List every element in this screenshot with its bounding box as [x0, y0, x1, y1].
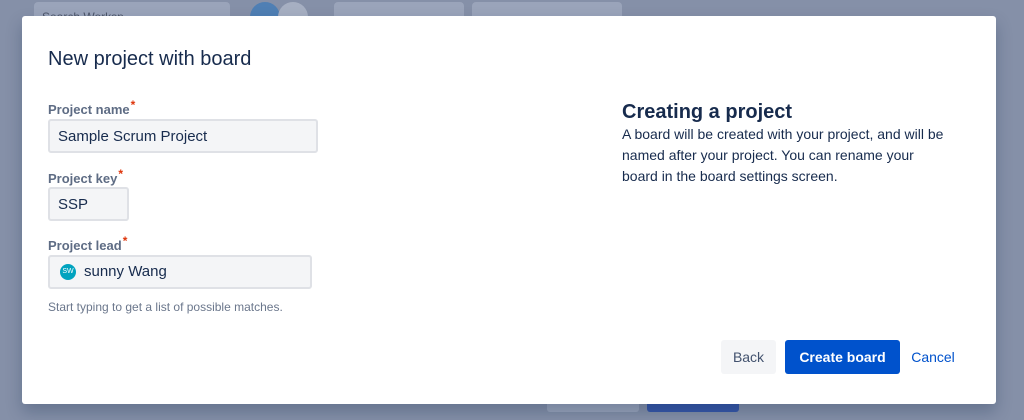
- create-board-button[interactable]: Create board: [785, 340, 900, 374]
- project-key-label-text: Project key: [48, 171, 118, 186]
- project-key-input[interactable]: [48, 187, 129, 221]
- project-lead-picker[interactable]: SW sunny Wang: [48, 255, 312, 289]
- required-marker: *: [130, 98, 136, 112]
- user-avatar-icon: SW: [60, 264, 76, 280]
- cancel-button[interactable]: Cancel: [904, 340, 962, 374]
- dialog-title: New project with board: [48, 48, 252, 70]
- project-key-label: Project key*: [48, 167, 123, 187]
- info-panel-title: Creating a project: [622, 101, 793, 123]
- project-name-label: Project name*: [48, 98, 135, 118]
- info-panel-text: A board will be created with your projec…: [622, 126, 944, 184]
- required-marker: *: [118, 167, 124, 181]
- project-lead-help-text: Start typing to get a list of possible m…: [48, 300, 283, 314]
- required-marker: *: [122, 234, 128, 248]
- project-name-label-text: Project name: [48, 102, 130, 117]
- back-button[interactable]: Back: [721, 340, 776, 374]
- new-project-dialog: New project with board Project name* Pro…: [22, 16, 996, 404]
- project-lead-label-text: Project lead: [48, 238, 122, 253]
- project-lead-value: sunny Wang: [84, 263, 167, 280]
- project-name-input[interactable]: [48, 119, 318, 153]
- project-lead-label: Project lead*: [48, 234, 127, 254]
